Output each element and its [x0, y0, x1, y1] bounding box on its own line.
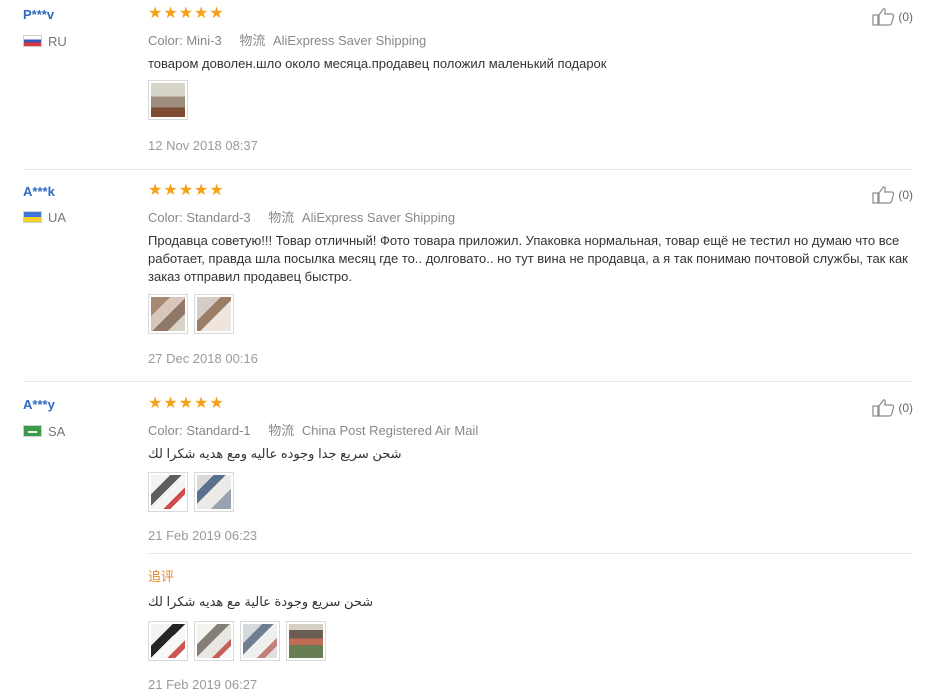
shipping-label: 物流 — [268, 423, 295, 438]
review-image-thumbnail[interactable] — [194, 294, 234, 334]
review-date: 27 Dec 2018 00:16 — [148, 351, 258, 366]
shipping-value: China Post Registered Air Mail — [301, 423, 479, 438]
review-image-thumbnail[interactable] — [194, 472, 234, 512]
review-image-thumbnail[interactable] — [148, 294, 188, 334]
review-image-thumbnail[interactable] — [148, 621, 188, 661]
rating-stars: ★ ★ ★ ★ ★ — [148, 6, 224, 22]
review-divider — [23, 381, 913, 382]
review-text: товаром доволен.шло около месяца.продаве… — [148, 56, 607, 71]
review-images — [148, 80, 188, 120]
star-icon: ★ — [194, 395, 209, 412]
reviewer-country: SA — [23, 423, 66, 439]
rating-stars: ★ ★ ★ ★ ★ — [148, 396, 224, 412]
star-icon: ★ — [194, 5, 209, 22]
reviewer-country: UA — [23, 209, 67, 225]
shipping-label: 物流 — [268, 210, 295, 225]
review-image-thumbnail[interactable] — [194, 621, 234, 661]
color-label: Color: — [148, 33, 183, 48]
helpful-button[interactable]: (0) — [872, 185, 913, 205]
follow-up-text: شحن سريع وجودة عالية مع هديه شكرا لك — [148, 594, 374, 609]
photo-icon — [151, 83, 185, 117]
star-icon: ★ — [209, 395, 224, 412]
review-image-thumbnail[interactable] — [148, 472, 188, 512]
color-value: Standard-1 — [186, 423, 251, 438]
review-meta: Color: Standard-1 物流 China Post Register… — [148, 420, 478, 439]
review-meta: Color: Mini-3 物流 AliExpress Saver Shippi… — [148, 30, 426, 49]
star-icon: ★ — [163, 182, 178, 199]
photo-icon — [197, 624, 231, 658]
star-icon: ★ — [178, 395, 194, 412]
helpful-count: (0) — [898, 10, 913, 24]
helpful-count: (0) — [898, 188, 913, 202]
follow-up-date: 21 Feb 2019 06:27 — [148, 677, 258, 692]
follow-up-images — [148, 621, 326, 661]
thumbs-up-icon — [872, 186, 895, 204]
reviewer-name: A***y — [23, 397, 55, 412]
reviewer-country: RU — [23, 33, 67, 49]
flag-icon — [23, 35, 42, 47]
review-images — [148, 472, 234, 512]
shipping-label: 物流 — [239, 33, 266, 48]
photo-icon — [151, 475, 185, 509]
review-date: 21 Feb 2019 06:23 — [148, 528, 258, 543]
review-date: 12 Nov 2018 08:37 — [148, 138, 258, 153]
review-image-thumbnail[interactable] — [240, 621, 280, 661]
color-value: Standard-3 — [186, 210, 251, 225]
review-text: Продавца советую!!! Товар отличный! Фото… — [148, 233, 908, 284]
shipping-value: AliExpress Saver Shipping — [272, 33, 427, 48]
photo-icon — [197, 475, 231, 509]
star-icon: ★ — [148, 5, 163, 22]
color-label: Color: — [148, 423, 183, 438]
review-images — [148, 294, 234, 334]
star-icon: ★ — [148, 182, 163, 199]
thumbs-up-icon — [872, 399, 895, 417]
color-label: Color: — [148, 210, 183, 225]
shipping-value: AliExpress Saver Shipping — [301, 210, 456, 225]
country-code: RU — [48, 33, 67, 49]
review-image-thumbnail[interactable] — [286, 621, 326, 661]
helpful-button[interactable]: (0) — [872, 398, 913, 418]
photo-icon — [151, 297, 185, 331]
flag-icon — [23, 211, 42, 223]
follow-up-label: 追评 — [148, 569, 175, 584]
helpful-button[interactable]: (0) — [872, 7, 913, 27]
photo-icon — [197, 297, 231, 331]
star-icon: ★ — [163, 395, 178, 412]
flag-icon — [23, 425, 42, 437]
review-divider — [23, 169, 913, 170]
follow-up-divider — [148, 553, 913, 554]
star-icon: ★ — [209, 182, 224, 199]
star-icon: ★ — [194, 182, 209, 199]
star-icon: ★ — [163, 5, 178, 22]
review-image-thumbnail[interactable] — [148, 80, 188, 120]
photo-icon — [243, 624, 277, 658]
star-icon: ★ — [178, 182, 194, 199]
country-code: UA — [48, 209, 67, 225]
star-icon: ★ — [209, 5, 224, 22]
color-value: Mini-3 — [186, 33, 222, 48]
thumbs-up-icon — [872, 8, 895, 26]
photo-icon — [289, 624, 323, 658]
reviewer-name: P***v — [23, 7, 55, 22]
photo-icon — [151, 624, 185, 658]
helpful-count: (0) — [898, 401, 913, 415]
country-code: SA — [48, 423, 66, 439]
review-text: شحن سريع جدا وجوده عاليه ومع هديه شكرا ل… — [148, 446, 402, 461]
review-meta: Color: Standard-3 物流 AliExpress Saver Sh… — [148, 207, 455, 226]
rating-stars: ★ ★ ★ ★ ★ — [148, 183, 224, 199]
reviewer-name: A***k — [23, 184, 55, 199]
star-icon: ★ — [148, 395, 163, 412]
star-icon: ★ — [178, 5, 194, 22]
